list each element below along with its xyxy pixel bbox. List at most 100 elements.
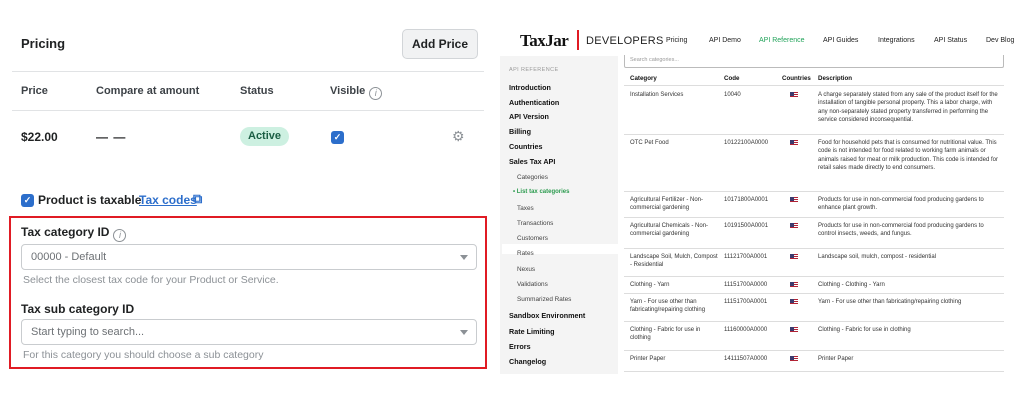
code-cell: 10040 — [724, 92, 741, 98]
status-badge: Active — [240, 127, 290, 146]
info-icon[interactable]: i — [369, 87, 383, 100]
taxjar-docs-panel: TaxJar DEVELOPERS Pricing API Demo API R… — [498, 0, 1024, 401]
tax-category-value: 00000 - Default — [31, 251, 107, 263]
info-icon[interactable]: i — [113, 229, 127, 242]
code-cell: 11160000A0000 — [724, 327, 768, 333]
us-flag-icon — [790, 140, 798, 146]
category-cell: Clothing - Yarn — [630, 282, 670, 288]
sidebar-item[interactable]: Introduction — [509, 83, 551, 92]
sidebar-item[interactable]: Taxes — [517, 205, 534, 212]
us-flag-icon — [790, 327, 798, 333]
chevron-down-icon — [460, 255, 468, 260]
sidebar-item[interactable]: Nexus — [517, 266, 535, 273]
sidebar-item[interactable]: Customers — [517, 235, 548, 242]
sidebar-item[interactable]: Categories — [517, 174, 548, 181]
price-value: $22.00 — [21, 130, 58, 144]
code-cell: 10191500A0001 — [724, 223, 769, 229]
us-flag-icon — [790, 299, 798, 305]
us-flag-icon — [790, 223, 798, 229]
sidebar-item[interactable]: Rate Limiting — [509, 327, 555, 336]
sidebar-item[interactable]: Billing — [509, 127, 531, 136]
add-price-button[interactable]: Add Price — [402, 29, 478, 59]
nav-integrations[interactable]: Integrations — [878, 37, 915, 44]
price-column-header: Price — [21, 85, 48, 97]
table-divider — [624, 350, 1004, 351]
tax-sub-category-search[interactable]: Start typing to search... — [21, 319, 477, 345]
category-cell: Clothing - Fabric for use in clothing — [630, 327, 701, 342]
docs-sidebar: API REFERENCE Introduction Authentication… — [500, 56, 618, 374]
visible-checkbox[interactable]: ✓ — [331, 131, 344, 144]
code-cell: 11121700A0001 — [724, 254, 768, 260]
table-divider — [624, 191, 1004, 192]
sidebar-item[interactable]: • List tax categories — [513, 189, 569, 195]
category-cell: Yarn - For use other than fabricating/re… — [630, 299, 706, 314]
tax-codes-link[interactable]: Tax codes — [139, 193, 197, 207]
product-taxable-checkbox[interactable]: ✓ — [21, 194, 34, 207]
category-cell: Agricultural Chemicals - Non-commercial … — [630, 223, 709, 238]
description-cell: A charge separately stated from any sale… — [818, 92, 998, 124]
table-divider — [624, 293, 1004, 294]
code-column-header: Code — [724, 75, 740, 82]
sidebar-item[interactable]: Transactions — [517, 220, 553, 227]
sidebar-item[interactable]: Changelog — [509, 357, 546, 366]
sidebar-item[interactable]: API Version — [509, 112, 549, 121]
tax-sub-category-help: For this category you should choose a su… — [23, 349, 264, 361]
pricing-title: Pricing — [21, 36, 66, 51]
description-cell: Printer Paper — [818, 356, 854, 362]
sidebar-item[interactable]: Authentication — [509, 98, 559, 107]
table-divider — [624, 248, 1004, 249]
nav-dev-blog[interactable]: Dev Blog — [986, 37, 1014, 44]
tax-category-label-text: Tax category ID — [21, 225, 110, 239]
external-link-icon[interactable]: ⧉ — [193, 191, 202, 207]
category-cell: Agricultural Fertilizer - Non-commercial… — [630, 197, 704, 212]
shop-product-pricing-panel: Pricing Add Price Price Compare at amoun… — [0, 0, 496, 401]
nav-api-demo[interactable]: API Demo — [709, 37, 741, 44]
code-cell: 10122100A0000 — [724, 140, 769, 146]
table-divider — [624, 321, 1004, 322]
description-cell: Clothing - Clothing - Yarn — [818, 282, 885, 288]
code-cell: 11151700A0001 — [724, 299, 768, 305]
compare-at-value: — — — [96, 130, 127, 144]
us-flag-icon — [790, 197, 798, 203]
sidebar-item[interactable]: Sales Tax API — [509, 157, 555, 166]
visible-header-label: Visible — [330, 85, 366, 97]
gear-icon[interactable]: ⚙ — [452, 128, 465, 145]
sidebar-item[interactable]: Sandbox Environment — [509, 311, 585, 320]
developers-label: DEVELOPERS — [586, 35, 664, 47]
sidebar-item[interactable]: Rates — [517, 250, 534, 257]
sidebar-caption: API REFERENCE — [509, 67, 559, 73]
category-cell: OTC Pet Food — [630, 140, 669, 146]
nav-api-reference[interactable]: API Reference — [759, 37, 805, 44]
visible-column-header: Visible i — [330, 85, 383, 100]
tax-sub-category-label: Tax sub category ID — [21, 302, 135, 316]
sidebar-item[interactable]: Countries — [509, 142, 543, 151]
category-search-input[interactable]: Search categories... — [624, 55, 1004, 68]
tax-sub-category-placeholder: Start typing to search... — [31, 326, 145, 338]
sidebar-item[interactable]: Validations — [517, 281, 548, 288]
sidebar-item[interactable]: Summarized Rates — [517, 296, 571, 303]
us-flag-icon — [790, 356, 798, 362]
logo-divider — [577, 30, 579, 50]
table-divider — [624, 371, 1004, 372]
sidebar-item[interactable]: Errors — [509, 342, 531, 351]
nav-api-status[interactable]: API Status — [934, 37, 967, 44]
category-cell: Installation Services — [630, 92, 684, 98]
us-flag-icon — [790, 282, 798, 288]
status-column-header: Status — [240, 85, 274, 97]
tax-category-help: Select the closest tax code for your Pro… — [23, 274, 279, 286]
tax-category-select[interactable]: 00000 - Default — [21, 244, 477, 270]
nav-api-guides[interactable]: API Guides — [823, 37, 858, 44]
compare-column-header: Compare at amount — [96, 85, 200, 97]
divider — [12, 71, 484, 72]
countries-column-header: Countries — [782, 75, 811, 82]
description-cell: Food for household pets that is consumed… — [818, 140, 998, 172]
table-divider — [624, 85, 1004, 86]
nav-pricing[interactable]: Pricing — [666, 37, 687, 44]
category-column-header: Category — [630, 75, 657, 82]
code-cell: 11151700A0000 — [724, 282, 768, 288]
category-cell: Landscape Soil, Mulch, Compost - Residen… — [630, 254, 718, 269]
description-cell: Products for use in non-commercial food … — [818, 223, 984, 238]
description-cell: Yarn - For use other than fabricating/re… — [818, 299, 962, 305]
taxjar-logo[interactable]: TaxJar — [520, 31, 569, 51]
code-cell: 14111507A0000 — [724, 356, 768, 362]
